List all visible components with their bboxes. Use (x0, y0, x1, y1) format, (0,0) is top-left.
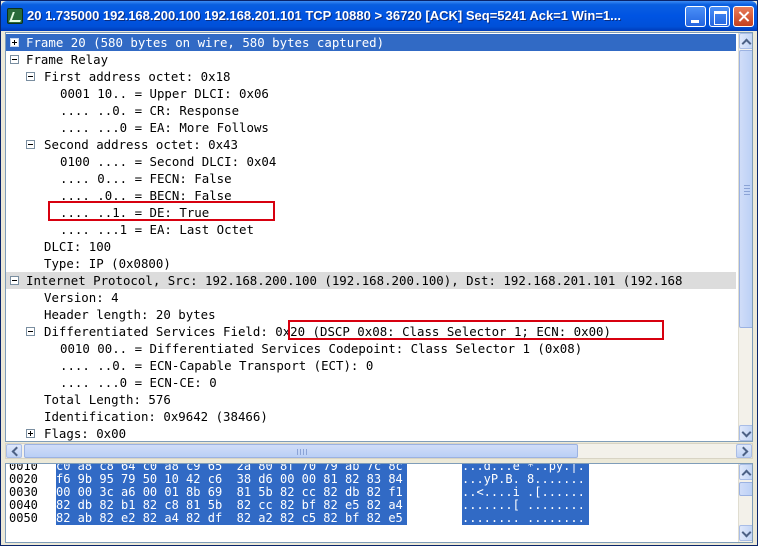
tree-row[interactable]: Frame Relay (6, 51, 736, 68)
scroll-up-button[interactable] (739, 33, 752, 49)
tree-row[interactable]: First address octet: 0x18 (6, 68, 736, 85)
hex-dump-pane[interactable]: 0010 c0 a8 c8 64 c0 a8 c9 65 2a 80 8f 70 … (5, 463, 753, 543)
tree-row-label: Identification: 0x9642 (38466) (44, 409, 268, 424)
expand-plus-icon[interactable] (10, 38, 19, 47)
collapse-minus-icon[interactable] (10, 55, 19, 64)
hex-ascii[interactable]: ........ ........ (462, 512, 589, 525)
tree-row[interactable]: Version: 4 (6, 289, 736, 306)
scroll-left-button[interactable] (6, 444, 22, 458)
scroll-right-button[interactable] (736, 444, 752, 458)
tree-row[interactable]: .... ..0. = ECN-Capable Transport (ECT):… (6, 357, 736, 374)
tree-row-label: Internet Protocol, Src: 192.168.200.100 … (26, 273, 683, 288)
window-title: 20 1.735000 192.168.200.100 192.168.201.… (27, 8, 621, 23)
hex-offset: 0050 (9, 511, 38, 525)
tree-row-label: First address octet: 0x18 (44, 69, 231, 84)
tree-row[interactable]: .... ..0. = CR: Response (6, 102, 736, 119)
tree-row[interactable]: .... ...1 = EA: Last Octet (6, 221, 736, 238)
tree-row-label: .... ...0 = EA: More Follows (60, 120, 269, 135)
scroll-down-button[interactable] (739, 425, 752, 441)
tree-row-label: .... ...1 = EA: Last Octet (60, 222, 254, 237)
wireshark-app-icon (7, 8, 23, 24)
packet-details-window: 20 1.735000 192.168.200.100 192.168.201.… (0, 0, 758, 546)
hex-scroll-thumb[interactable] (739, 482, 752, 496)
scroll-thumb[interactable] (739, 50, 752, 328)
tree-row[interactable]: Flags: 0x00 (6, 425, 736, 441)
hex-bytes[interactable]: 82 ab 82 e2 82 a4 82 df 82 a2 82 c5 82 b… (56, 512, 407, 525)
tree-row-label: 0010 00.. = Differentiated Services Code… (60, 341, 583, 356)
hex-vertical-scrollbar[interactable] (738, 464, 752, 542)
tree-row-label: .... ..0. = ECN-Capable Transport (ECT):… (60, 358, 374, 373)
tree-row-label: Frame Relay (26, 52, 109, 67)
minimize-button[interactable] (685, 6, 706, 27)
expand-plus-icon[interactable] (26, 429, 35, 438)
tree-row[interactable]: Total Length: 576 (6, 391, 736, 408)
tree-row-label: 0001 10.. = Upper DLCI: 0x06 (60, 86, 269, 101)
tree-horizontal-scrollbar[interactable] (5, 443, 753, 459)
collapse-minus-icon[interactable] (10, 276, 19, 285)
collapse-minus-icon[interactable] (26, 140, 35, 149)
tree-row[interactable]: .... 0... = FECN: False (6, 170, 736, 187)
tree-row-label: Total Length: 576 (44, 392, 171, 407)
tree-row-label: Header length: 20 bytes (44, 307, 216, 322)
tree-row[interactable]: Identification: 0x9642 (38466) (6, 408, 736, 425)
tree-row-label: Type: IP (0x0800) (44, 256, 171, 271)
tree-row-label: DLCI: 100 (44, 239, 112, 254)
tree-row[interactable]: 0001 10.. = Upper DLCI: 0x06 (6, 85, 736, 102)
horizontal-scroll-thumb[interactable] (24, 444, 578, 458)
tree-row[interactable]: DLCI: 100 (6, 238, 736, 255)
tree-row[interactable]: Type: IP (0x0800) (6, 255, 736, 272)
hex-scroll-up-button[interactable] (739, 464, 752, 480)
tree-row-label: 0100 .... = Second DLCI: 0x04 (60, 154, 277, 169)
title-bar[interactable]: 20 1.735000 192.168.200.100 192.168.201.… (1, 1, 757, 31)
tree-row-label: Flags: 0x00 (44, 426, 127, 441)
maximize-button[interactable] (709, 6, 730, 27)
tree-row[interactable]: Frame 20 (580 bytes on wire, 580 bytes c… (6, 34, 736, 51)
tree-row-label: .... ..0. = CR: Response (60, 103, 240, 118)
tree-row[interactable]: 0010 00.. = Differentiated Services Code… (6, 340, 736, 357)
tree-row-label: Frame 20 (580 bytes on wire, 580 bytes c… (26, 35, 385, 50)
tree-row[interactable]: Second address octet: 0x43 (6, 136, 736, 153)
tree-row-label: Version: 4 (44, 290, 119, 305)
de-flag-highlight-box (48, 201, 275, 221)
tree-row-label: .... ...0 = ECN-CE: 0 (60, 375, 217, 390)
tree-row[interactable]: .... ...0 = ECN-CE: 0 (6, 374, 736, 391)
tree-row-label: .... 0... = FECN: False (60, 171, 232, 186)
collapse-minus-icon[interactable] (26, 72, 35, 81)
packet-detail-tree[interactable]: Frame 20 (580 bytes on wire, 580 bytes c… (5, 32, 753, 442)
dscp-value-highlight-box (288, 320, 664, 340)
tree-row-label: Second address octet: 0x43 (44, 137, 238, 152)
close-button[interactable] (733, 6, 754, 27)
collapse-minus-icon[interactable] (26, 327, 35, 336)
tree-row[interactable]: Internet Protocol, Src: 192.168.200.100 … (6, 272, 736, 289)
hex-row[interactable]: 0050 82 ab 82 e2 82 a4 82 df 82 a2 82 c5 … (6, 512, 736, 525)
hex-scroll-down-button[interactable] (739, 525, 752, 541)
tree-row[interactable]: 0100 .... = Second DLCI: 0x04 (6, 153, 736, 170)
tree-row[interactable]: .... ...0 = EA: More Follows (6, 119, 736, 136)
tree-vertical-scrollbar[interactable] (738, 33, 752, 441)
